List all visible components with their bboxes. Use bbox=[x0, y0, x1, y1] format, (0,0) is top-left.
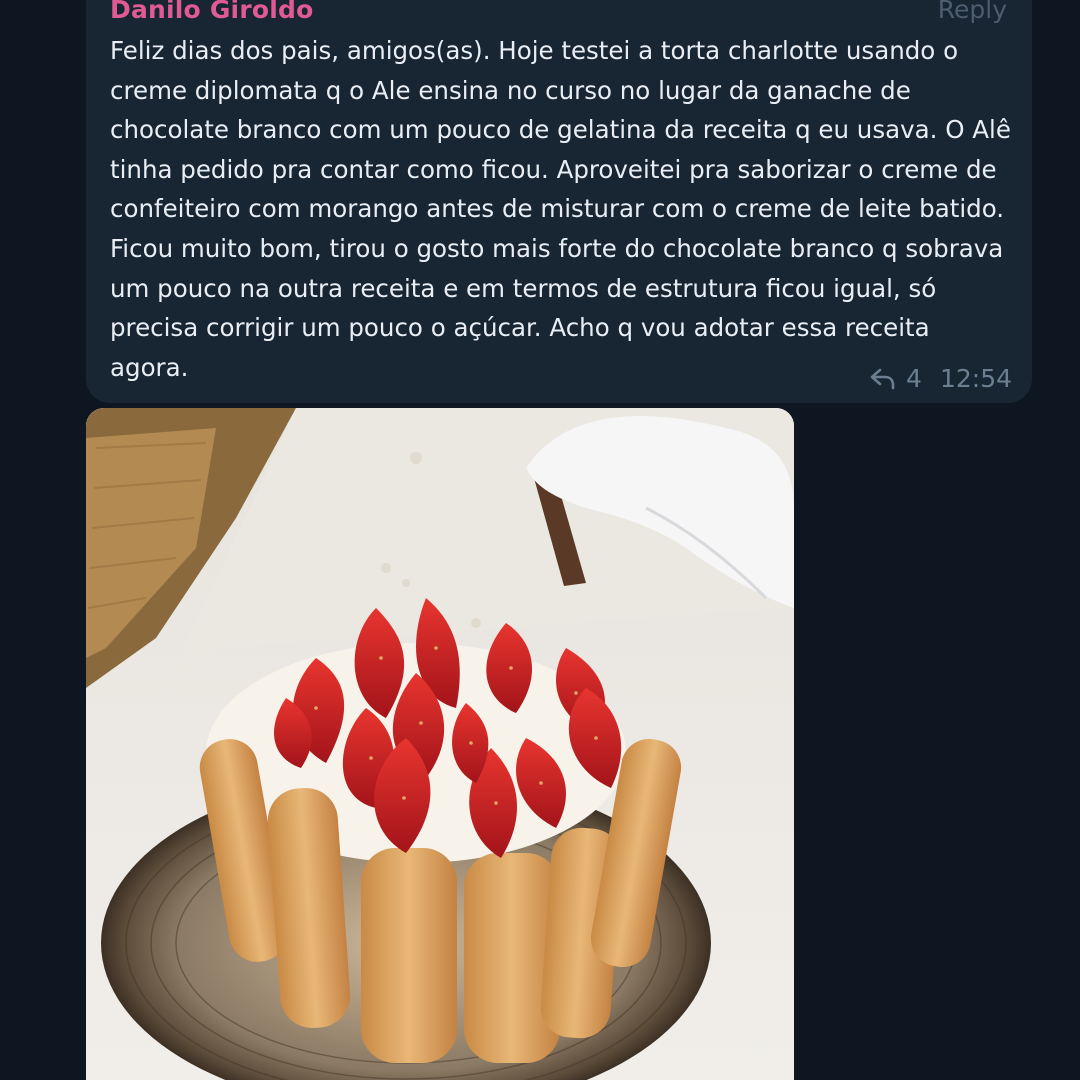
message-text: Feliz dias dos pais, amigos(as). Hoje te… bbox=[110, 36, 1011, 382]
cake-photo-image bbox=[86, 408, 794, 1080]
reply-button[interactable]: Reply bbox=[938, 0, 1007, 26]
reply-count: 4 bbox=[906, 363, 922, 393]
photo-attachment[interactable] bbox=[86, 408, 794, 1080]
sender-name[interactable]: Danilo Giroldo bbox=[110, 0, 313, 26]
reply-arrow-icon[interactable] bbox=[870, 367, 896, 390]
chat-view: Danilo Giroldo Reply Feliz dias dos pais… bbox=[0, 0, 1080, 1080]
message-time: 12:54 bbox=[939, 363, 1012, 393]
message-meta: 4 12:54 bbox=[870, 360, 1012, 396]
